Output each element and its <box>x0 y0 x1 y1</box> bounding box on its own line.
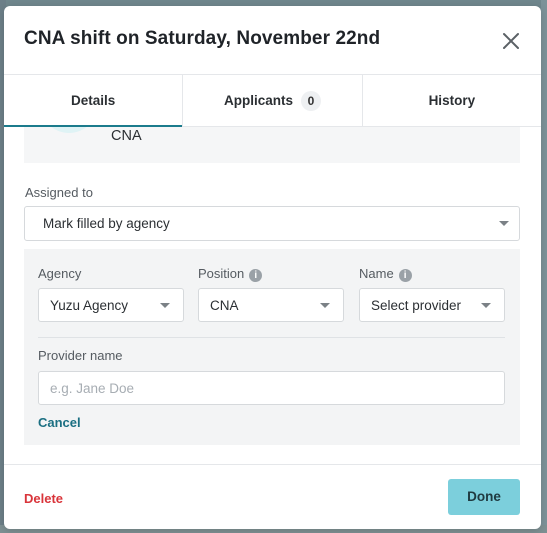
assigned-to-value: Mark filled by agency <box>43 216 170 231</box>
backdrop-right <box>541 0 547 533</box>
modal-header: CNA shift on Saturday, November 22nd <box>4 6 541 75</box>
provider-name-label: Provider name <box>38 348 123 363</box>
info-icon[interactable]: i <box>249 269 263 282</box>
agency-select[interactable]: Yuzu Agency <box>38 288 184 322</box>
tab-details-label: Details <box>71 93 116 108</box>
assigned-to-select[interactable]: Mark filled by agency <box>24 206 520 241</box>
tab-history-label: History <box>428 93 476 108</box>
chevron-down-icon <box>320 303 330 308</box>
profile-card: CNA <box>24 127 520 163</box>
cancel-link[interactable]: Cancel <box>38 415 81 430</box>
position-select[interactable]: CNA <box>198 288 344 322</box>
shift-modal: CNA shift on Saturday, November 22nd Det… <box>4 6 541 529</box>
provider-select[interactable]: Select provider <box>359 288 505 322</box>
tab-bar: Details Applicants 0 History <box>4 75 541 127</box>
provider-name-input[interactable] <box>38 371 505 405</box>
position-label-group: Position i <box>198 266 263 282</box>
chevron-down-icon <box>499 221 509 226</box>
close-icon <box>503 33 519 49</box>
close-button[interactable] <box>500 30 522 52</box>
profile-role: CNA <box>111 128 142 144</box>
details-content: CNA Assigned to Mark filled by agency Ag… <box>4 127 541 464</box>
agency-value: Yuzu Agency <box>50 298 129 313</box>
modal-footer: Delete Done <box>4 464 541 529</box>
chevron-down-icon <box>481 303 491 308</box>
info-icon[interactable]: i <box>398 269 412 282</box>
tab-details[interactable]: Details <box>4 75 184 127</box>
name-label-group: Name i <box>359 266 412 282</box>
applicants-count-badge: 0 <box>301 90 321 111</box>
divider <box>38 337 505 338</box>
avatar <box>40 127 98 133</box>
delete-button[interactable]: Delete <box>24 491 63 506</box>
done-button[interactable]: Done <box>448 479 520 515</box>
position-value: CNA <box>210 298 239 313</box>
modal-title: CNA shift on Saturday, November 22nd <box>24 28 381 49</box>
provider-select-value: Select provider <box>371 298 462 313</box>
tab-applicants-label: Applicants <box>223 93 293 108</box>
assigned-to-label: Assigned to <box>25 185 93 200</box>
agency-panel: Agency Yuzu Agency Position i CNA Name i S… <box>24 249 520 445</box>
tab-applicants[interactable]: Applicants 0 <box>183 75 363 126</box>
tab-history[interactable]: History <box>363 75 541 126</box>
agency-label: Agency <box>38 266 82 281</box>
position-label: Position <box>198 266 245 281</box>
chevron-down-icon <box>160 303 170 308</box>
name-label: Name <box>359 266 394 281</box>
